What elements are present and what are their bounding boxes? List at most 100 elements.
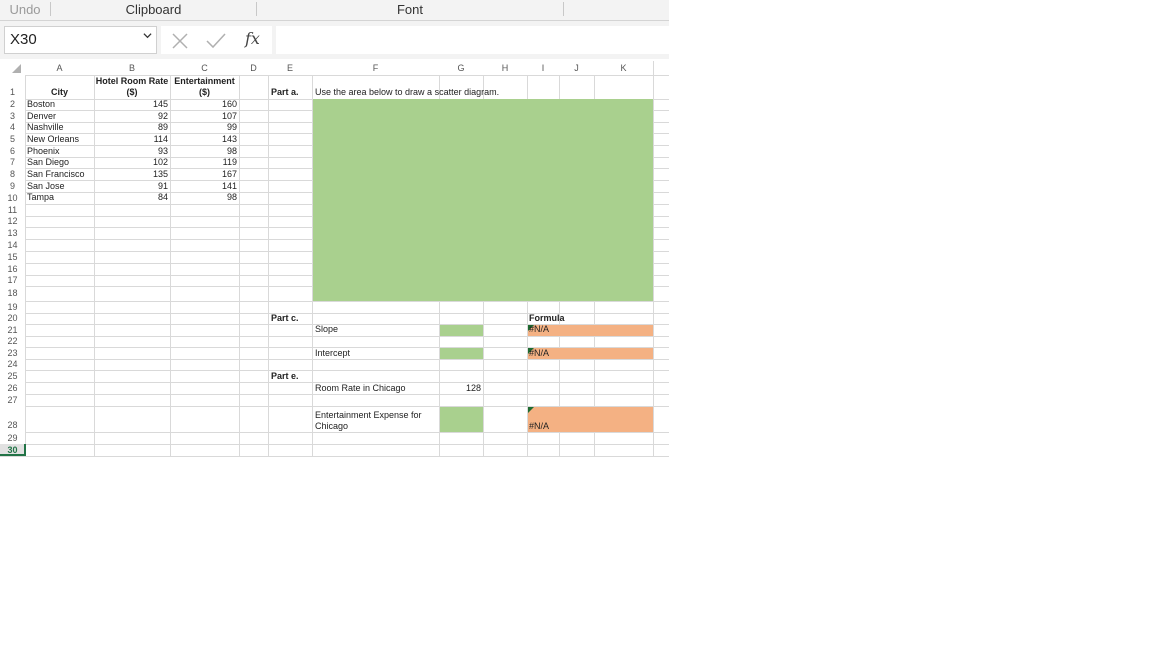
row-header[interactable]: 7 [0,157,25,168]
formula-bar: X30 fx [0,21,669,59]
part-a-instruction: Use the area below to draw a scatter dia… [315,87,500,97]
entertainment-cell[interactable]: 143 [170,134,237,144]
rate-cell[interactable]: 91 [94,181,168,191]
entertainment-cell[interactable]: 98 [170,192,237,202]
city-cell[interactable]: Boston [27,99,55,109]
entertainment-cell[interactable]: 99 [170,122,237,132]
row-header[interactable]: 25 [0,370,25,382]
column-header-b[interactable]: B [94,61,170,75]
insert-function-icon[interactable]: fx [245,29,260,48]
formula-input[interactable] [276,26,669,54]
row-header-selected[interactable]: 30 [0,444,25,456]
row-header[interactable]: 11 [0,204,25,216]
column-header-e[interactable]: E [268,61,312,75]
row-header[interactable]: 29 [0,432,25,444]
column-header-h[interactable]: H [483,61,527,75]
row-header[interactable]: 28 [0,406,25,432]
entertainment-cell[interactable]: 119 [170,157,237,167]
slope-formula-value[interactable]: #N/A [529,324,549,334]
formula-header: Formula [529,313,565,323]
part-e-label: Part e. [271,371,299,381]
rate-cell[interactable]: 89 [94,122,168,132]
rate-cell[interactable]: 102 [94,157,168,167]
entertainment-cell[interactable]: 107 [170,111,237,121]
slope-answer-cell[interactable] [440,325,483,336]
row-header[interactable]: 17 [0,275,25,286]
part-c-label: Part c. [271,313,299,323]
column-header-a[interactable]: A [25,61,94,75]
slope-label: Slope [315,324,339,334]
row-header[interactable]: 13 [0,227,25,239]
city-cell[interactable]: Nashville [27,122,64,132]
expense-formula-value[interactable]: #N/A [529,421,549,431]
error-indicator-icon[interactable] [528,407,534,413]
intercept-label: Intercept [315,348,351,358]
row-header[interactable]: 27 [0,394,25,406]
row-header[interactable]: 12 [0,216,25,227]
entertainment-cell[interactable]: 141 [170,181,237,191]
row-header[interactable]: 5 [0,133,25,145]
column-header-f[interactable]: F [312,61,439,75]
city-cell[interactable]: San Diego [27,157,69,167]
city-cell[interactable]: San Francisco [27,169,85,179]
ribbon-separator [563,2,564,16]
row-header[interactable]: 15 [0,251,25,263]
row-header[interactable]: 19 [0,301,25,313]
row-header[interactable]: 10 [0,192,25,204]
clipboard-group-label: Clipboard [125,2,182,17]
row-header[interactable]: 1 [0,75,25,99]
row-header[interactable]: 21 [0,324,25,336]
scatter-diagram-area[interactable] [313,99,653,301]
name-box[interactable]: X30 [4,26,157,54]
row-header[interactable]: 26 [0,382,25,394]
name-box-value: X30 [10,31,37,48]
row-header[interactable]: 22 [0,336,25,347]
intercept-formula-value[interactable]: #N/A [529,348,549,358]
city-cell[interactable]: Denver [27,111,56,121]
rate-cell[interactable]: 92 [94,111,168,121]
column-header-i[interactable]: I [527,61,559,75]
room-rate-chicago-value[interactable]: 128 [440,383,481,393]
entertainment-cell[interactable]: 160 [170,99,237,109]
row-header[interactable]: 16 [0,263,25,275]
row-header[interactable]: 4 [0,122,25,133]
city-cell[interactable]: New Orleans [27,134,79,144]
column-header-g[interactable]: G [439,61,483,75]
rate-cell[interactable]: 135 [94,169,168,179]
row-header[interactable]: 18 [0,286,25,301]
city-cell[interactable]: Tampa [27,192,54,202]
row-header[interactable]: 14 [0,239,25,251]
row-header[interactable]: 20 [0,313,25,324]
font-group-label: Font [396,2,423,17]
header-room-rate-unit: ($) [126,87,138,97]
cancel-icon[interactable] [171,32,189,55]
row-header[interactable]: 24 [0,359,25,370]
row-header[interactable]: 8 [0,168,25,180]
rate-cell[interactable]: 84 [94,192,168,202]
row-header[interactable]: 9 [0,180,25,192]
enter-check-icon[interactable] [205,32,227,55]
room-rate-chicago-label: Room Rate in Chicago [315,383,406,393]
rate-cell[interactable]: 145 [94,99,168,109]
column-header-k[interactable]: K [594,61,653,75]
undo-label[interactable]: Undo [0,0,50,20]
expense-answer-cell[interactable] [440,407,483,432]
select-all-corner[interactable] [0,61,25,75]
row-header[interactable]: 2 [0,99,25,110]
city-cell[interactable]: Phoenix [27,146,60,156]
city-cell[interactable]: San Jose [27,181,65,191]
header-city: City [50,87,68,97]
intercept-answer-cell[interactable] [440,348,483,359]
rate-cell[interactable]: 114 [94,134,168,144]
column-header-d[interactable]: D [239,61,268,75]
entertainment-cell[interactable]: 98 [170,146,237,156]
rate-cell[interactable]: 93 [94,146,168,156]
entertainment-cell[interactable]: 167 [170,169,237,179]
part-a-label: Part a. [271,87,299,97]
column-header-c[interactable]: C [170,61,239,75]
chevron-down-icon[interactable] [143,31,152,43]
column-header-j[interactable]: J [559,61,594,75]
row-header[interactable]: 23 [0,347,25,359]
row-header[interactable]: 3 [0,110,25,122]
row-header[interactable]: 6 [0,145,25,157]
